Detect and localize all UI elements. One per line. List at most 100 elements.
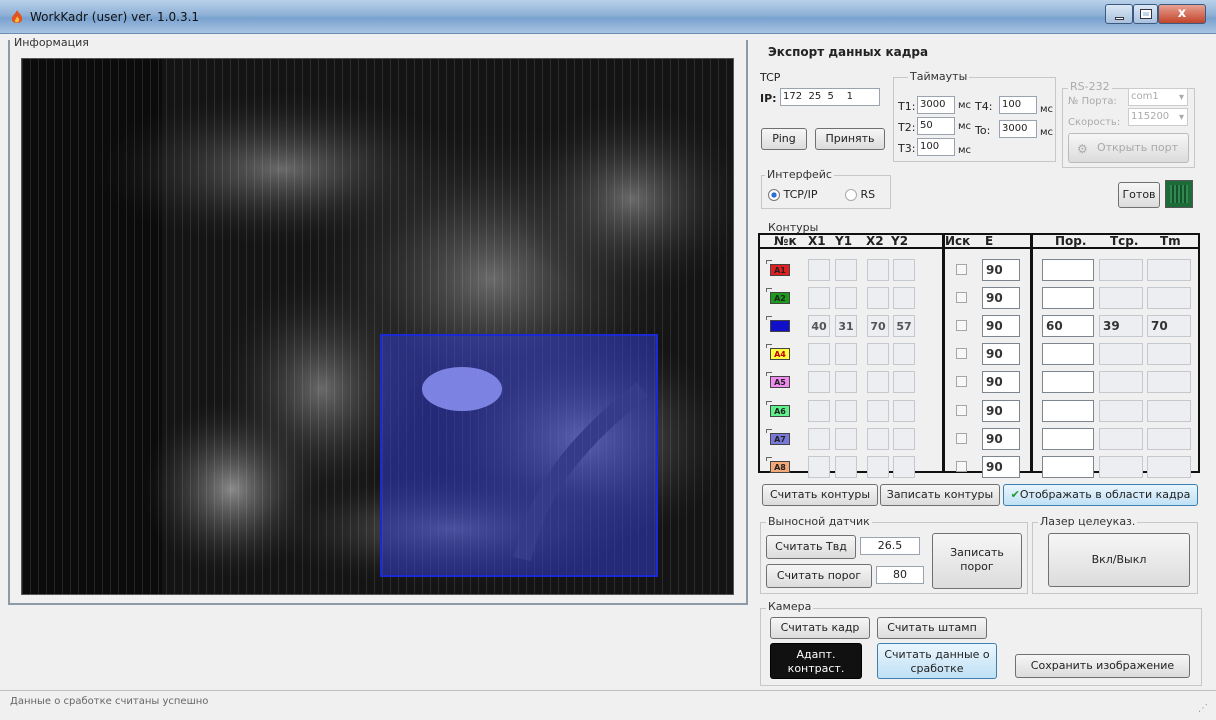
contour-color-swatch[interactable]: A6 [770,405,790,417]
coord-x1[interactable] [808,371,830,393]
isk-checkbox[interactable] [956,292,967,303]
coord-y2[interactable] [893,287,915,309]
coord-x2[interactable] [867,400,889,422]
threshold-input[interactable] [1042,428,1094,450]
to-input[interactable]: 3000 [999,120,1037,138]
contour-color-swatch[interactable]: A5 [770,376,790,388]
roi-contour-box[interactable] [380,334,658,577]
threshold-input[interactable] [1042,456,1094,478]
isk-checkbox[interactable] [956,376,967,387]
coord-x1[interactable] [808,428,830,450]
coord-y1[interactable] [835,371,857,393]
contour-color-swatch[interactable] [770,320,790,332]
contour-color-swatch[interactable]: A1 [770,264,790,276]
e-input[interactable]: 90 [982,343,1020,365]
threshold-input[interactable] [1042,343,1094,365]
read-threshold-button[interactable]: Считать порог [766,564,872,588]
e-input[interactable]: 90 [982,287,1020,309]
coord-y2[interactable] [893,456,915,478]
coord-y2[interactable] [893,259,915,281]
open-port-button[interactable]: ⚙ Открыть порт [1068,133,1189,163]
threshold-input[interactable] [1042,287,1094,309]
read-trigger-data-button[interactable]: Считать данные о сработке [877,643,997,679]
threshold-field[interactable]: 80 [876,566,924,584]
header-e: E [985,234,994,248]
coord-x2[interactable] [867,456,889,478]
write-threshold-button[interactable]: Записать порог [932,533,1022,589]
e-input[interactable]: 90 [982,400,1020,422]
coord-x2[interactable]: 70 [867,315,889,337]
coord-y1[interactable] [835,343,857,365]
window-title: WorkKadr (user) ver. 1.0.3.1 [30,10,200,24]
coord-x2[interactable] [867,259,889,281]
coord-y2[interactable] [893,428,915,450]
contour-color-swatch[interactable]: A8 [770,461,790,473]
threshold-input[interactable]: 60 [1042,315,1094,337]
maximize-button[interactable] [1133,4,1158,24]
coord-x1[interactable] [808,400,830,422]
coord-y1[interactable] [835,259,857,281]
coord-y2[interactable]: 57 [893,315,915,337]
coord-x1[interactable] [808,456,830,478]
coord-x2[interactable] [867,428,889,450]
t1-input[interactable]: 3000 [917,96,955,114]
coord-x1[interactable] [808,259,830,281]
read-stamp-button[interactable]: Считать штамп [877,617,987,639]
resize-grip-icon[interactable]: ⋰ [1198,703,1208,714]
radio-tcp[interactable]: TCP/IP [768,188,817,201]
coord-x1[interactable] [808,287,830,309]
isk-checkbox[interactable] [956,320,967,331]
minimize-button[interactable] [1105,4,1133,24]
coord-x1[interactable]: 40 [808,315,830,337]
e-input[interactable]: 90 [982,259,1020,281]
coord-x2[interactable] [867,371,889,393]
speed-select[interactable]: 115200 ▾ [1128,108,1188,126]
write-contours-button[interactable]: Записать контуры [880,484,1000,506]
threshold-input[interactable] [1042,400,1094,422]
t-value-field[interactable]: 26.5 [860,537,920,555]
show-in-frame-toggle[interactable]: ✔Отображать в области кадра [1003,484,1198,506]
e-input[interactable]: 90 [982,315,1020,337]
t3-input[interactable]: 100 [917,138,955,156]
port-select[interactable]: com1 ▾ [1128,88,1188,106]
coord-x1[interactable] [808,343,830,365]
isk-checkbox[interactable] [956,461,967,472]
coord-y1[interactable] [835,287,857,309]
e-input[interactable]: 90 [982,371,1020,393]
accept-button[interactable]: Принять [815,128,885,150]
isk-checkbox[interactable] [956,348,967,359]
coord-y1[interactable] [835,428,857,450]
isk-checkbox[interactable] [956,264,967,275]
e-input[interactable]: 90 [982,428,1020,450]
ip-address-field[interactable]: 172 25 5 1 [780,88,880,106]
coord-y1[interactable] [835,400,857,422]
read-contours-button[interactable]: Считать контуры [762,484,878,506]
coord-y2[interactable] [893,343,915,365]
isk-checkbox[interactable] [956,405,967,416]
adaptive-contrast-button[interactable]: Адапт. контраст. [770,643,862,679]
t4-input[interactable]: 100 [999,96,1037,114]
contour-color-swatch[interactable]: A4 [770,348,790,360]
ready-button[interactable]: Готов [1118,182,1160,208]
read-t-button[interactable]: Считать Твд [766,535,856,559]
save-image-button[interactable]: Сохранить изображение [1015,654,1190,678]
coord-y2[interactable] [893,371,915,393]
coord-y1[interactable] [835,456,857,478]
coord-y2[interactable] [893,400,915,422]
t2-input[interactable]: 50 [917,117,955,135]
e-input[interactable]: 90 [982,456,1020,478]
close-button[interactable]: x [1158,4,1206,24]
coord-x2[interactable] [867,287,889,309]
contour-color-swatch[interactable]: A2 [770,292,790,304]
radio-rs[interactable]: RS [845,188,875,201]
laser-toggle-button[interactable]: Вкл/Выкл [1048,533,1190,587]
coord-y1[interactable]: 31 [835,315,857,337]
threshold-input[interactable] [1042,259,1094,281]
threshold-input[interactable] [1042,371,1094,393]
read-frame-button[interactable]: Считать кадр [770,617,870,639]
ip-octet-3: 5 [827,91,834,102]
contour-color-swatch[interactable]: A7 [770,433,790,445]
isk-checkbox[interactable] [956,433,967,444]
ping-button[interactable]: Ping [761,128,807,150]
coord-x2[interactable] [867,343,889,365]
